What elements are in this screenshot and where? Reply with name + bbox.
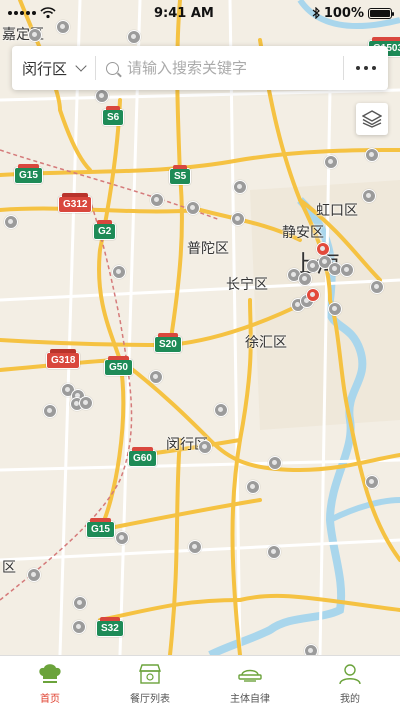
more-dot-icon (356, 66, 360, 70)
restaurant-marker[interactable] (127, 30, 141, 44)
restaurant-marker[interactable] (246, 480, 260, 494)
district-label-xuhui: 徐汇区 (245, 335, 287, 351)
wifi-icon (40, 7, 56, 19)
district-label-putuo: 普陀区 (187, 241, 229, 257)
restaurant-marker[interactable] (298, 272, 312, 286)
restaurant-marker[interactable] (112, 265, 126, 279)
district-label-hongkou: 虹口区 (316, 203, 358, 219)
map-layers-button[interactable] (356, 103, 388, 135)
cellular-signal-icon (8, 11, 36, 15)
restaurant-marker[interactable] (324, 155, 338, 169)
restaurant-marker-highlighted[interactable] (316, 242, 330, 256)
search-field[interactable] (96, 56, 344, 80)
district-label-edge: 区 (2, 560, 16, 576)
restaurant-marker[interactable] (186, 201, 200, 215)
restaurant-marker[interactable] (231, 212, 245, 226)
tab-self-discipline-label: 主体自律 (230, 693, 270, 705)
status-bar: 9:41 AM 100% (0, 0, 400, 26)
shield-s32: S32 (96, 617, 124, 637)
restaurant-marker[interactable] (365, 148, 379, 162)
tray-icon (238, 669, 262, 682)
map-base (0, 0, 400, 655)
shield-g318: G318 (46, 349, 81, 369)
shield-g50: G50 (104, 356, 133, 376)
chevron-down-icon (75, 60, 87, 72)
restaurant-marker[interactable] (95, 89, 109, 103)
shield-s20: S20 (154, 333, 182, 353)
shield-s6: S6 (102, 106, 125, 126)
tab-home-label: 首页 (40, 693, 60, 705)
tab-restaurant-list[interactable]: 餐厅列表 (100, 656, 200, 710)
shield-g15-bottom: G15 (86, 518, 115, 538)
search-bar: 闵行区 (12, 46, 388, 90)
restaurant-marker[interactable] (73, 596, 87, 610)
more-options-button[interactable] (344, 46, 388, 90)
tab-home[interactable]: 首页 (0, 656, 100, 710)
district-dropdown[interactable]: 闵行区 (12, 56, 97, 80)
restaurant-marker[interactable] (27, 568, 41, 582)
bottom-tab-bar: 首页 餐厅列表 主体自律 我的 (0, 655, 400, 710)
district-label-jingan: 静安区 (282, 225, 324, 241)
map-view[interactable]: 嘉定区 虹口区 静安区 普陀区 长宁区 徐汇区 闵行区 区 上海 G1503 S… (0, 0, 400, 655)
tab-profile[interactable]: 我的 (300, 656, 400, 710)
restaurant-marker[interactable] (28, 28, 42, 42)
battery-percent: 100% (323, 5, 364, 21)
battery-icon (368, 7, 394, 19)
restaurant-marker[interactable] (214, 403, 228, 417)
restaurant-marker[interactable] (150, 193, 164, 207)
tab-profile-label: 我的 (340, 693, 360, 705)
district-dropdown-value: 闵行区 (22, 59, 68, 78)
restaurant-marker[interactable] (328, 302, 342, 316)
search-icon (106, 61, 120, 75)
shield-s5: S5 (169, 165, 192, 185)
restaurant-marker[interactable] (79, 396, 93, 410)
restaurant-marker[interactable] (370, 280, 384, 294)
restaurant-marker[interactable] (188, 540, 202, 554)
restaurant-marker[interactable] (72, 620, 86, 634)
restaurant-icon (139, 663, 161, 684)
restaurant-marker[interactable] (149, 370, 163, 384)
user-icon (339, 663, 361, 684)
restaurant-marker[interactable] (362, 189, 376, 203)
restaurant-marker[interactable] (233, 180, 247, 194)
shield-g15-top: G15 (14, 164, 43, 184)
restaurant-marker[interactable] (268, 456, 282, 470)
status-time: 9:41 AM (153, 5, 214, 21)
restaurant-marker[interactable] (304, 644, 318, 655)
district-label-changning: 长宁区 (226, 277, 268, 293)
shield-g312: G312 (58, 193, 93, 213)
chef-hat-icon (39, 663, 61, 683)
restaurant-marker[interactable] (43, 404, 57, 418)
shield-g60: G60 (128, 447, 157, 467)
restaurant-marker[interactable] (4, 215, 18, 229)
shield-g2: G2 (93, 220, 117, 240)
restaurant-marker[interactable] (267, 545, 281, 559)
restaurant-marker[interactable] (365, 475, 379, 489)
restaurant-marker[interactable] (115, 531, 129, 545)
search-input[interactable] (127, 59, 343, 77)
tab-restaurant-list-label: 餐厅列表 (130, 693, 170, 705)
bluetooth-icon (312, 7, 320, 19)
restaurant-marker-highlighted[interactable] (306, 288, 320, 302)
restaurant-marker[interactable] (198, 440, 212, 454)
tab-self-discipline[interactable]: 主体自律 (200, 656, 300, 710)
restaurant-marker[interactable] (340, 263, 354, 277)
layers-icon (362, 110, 382, 128)
